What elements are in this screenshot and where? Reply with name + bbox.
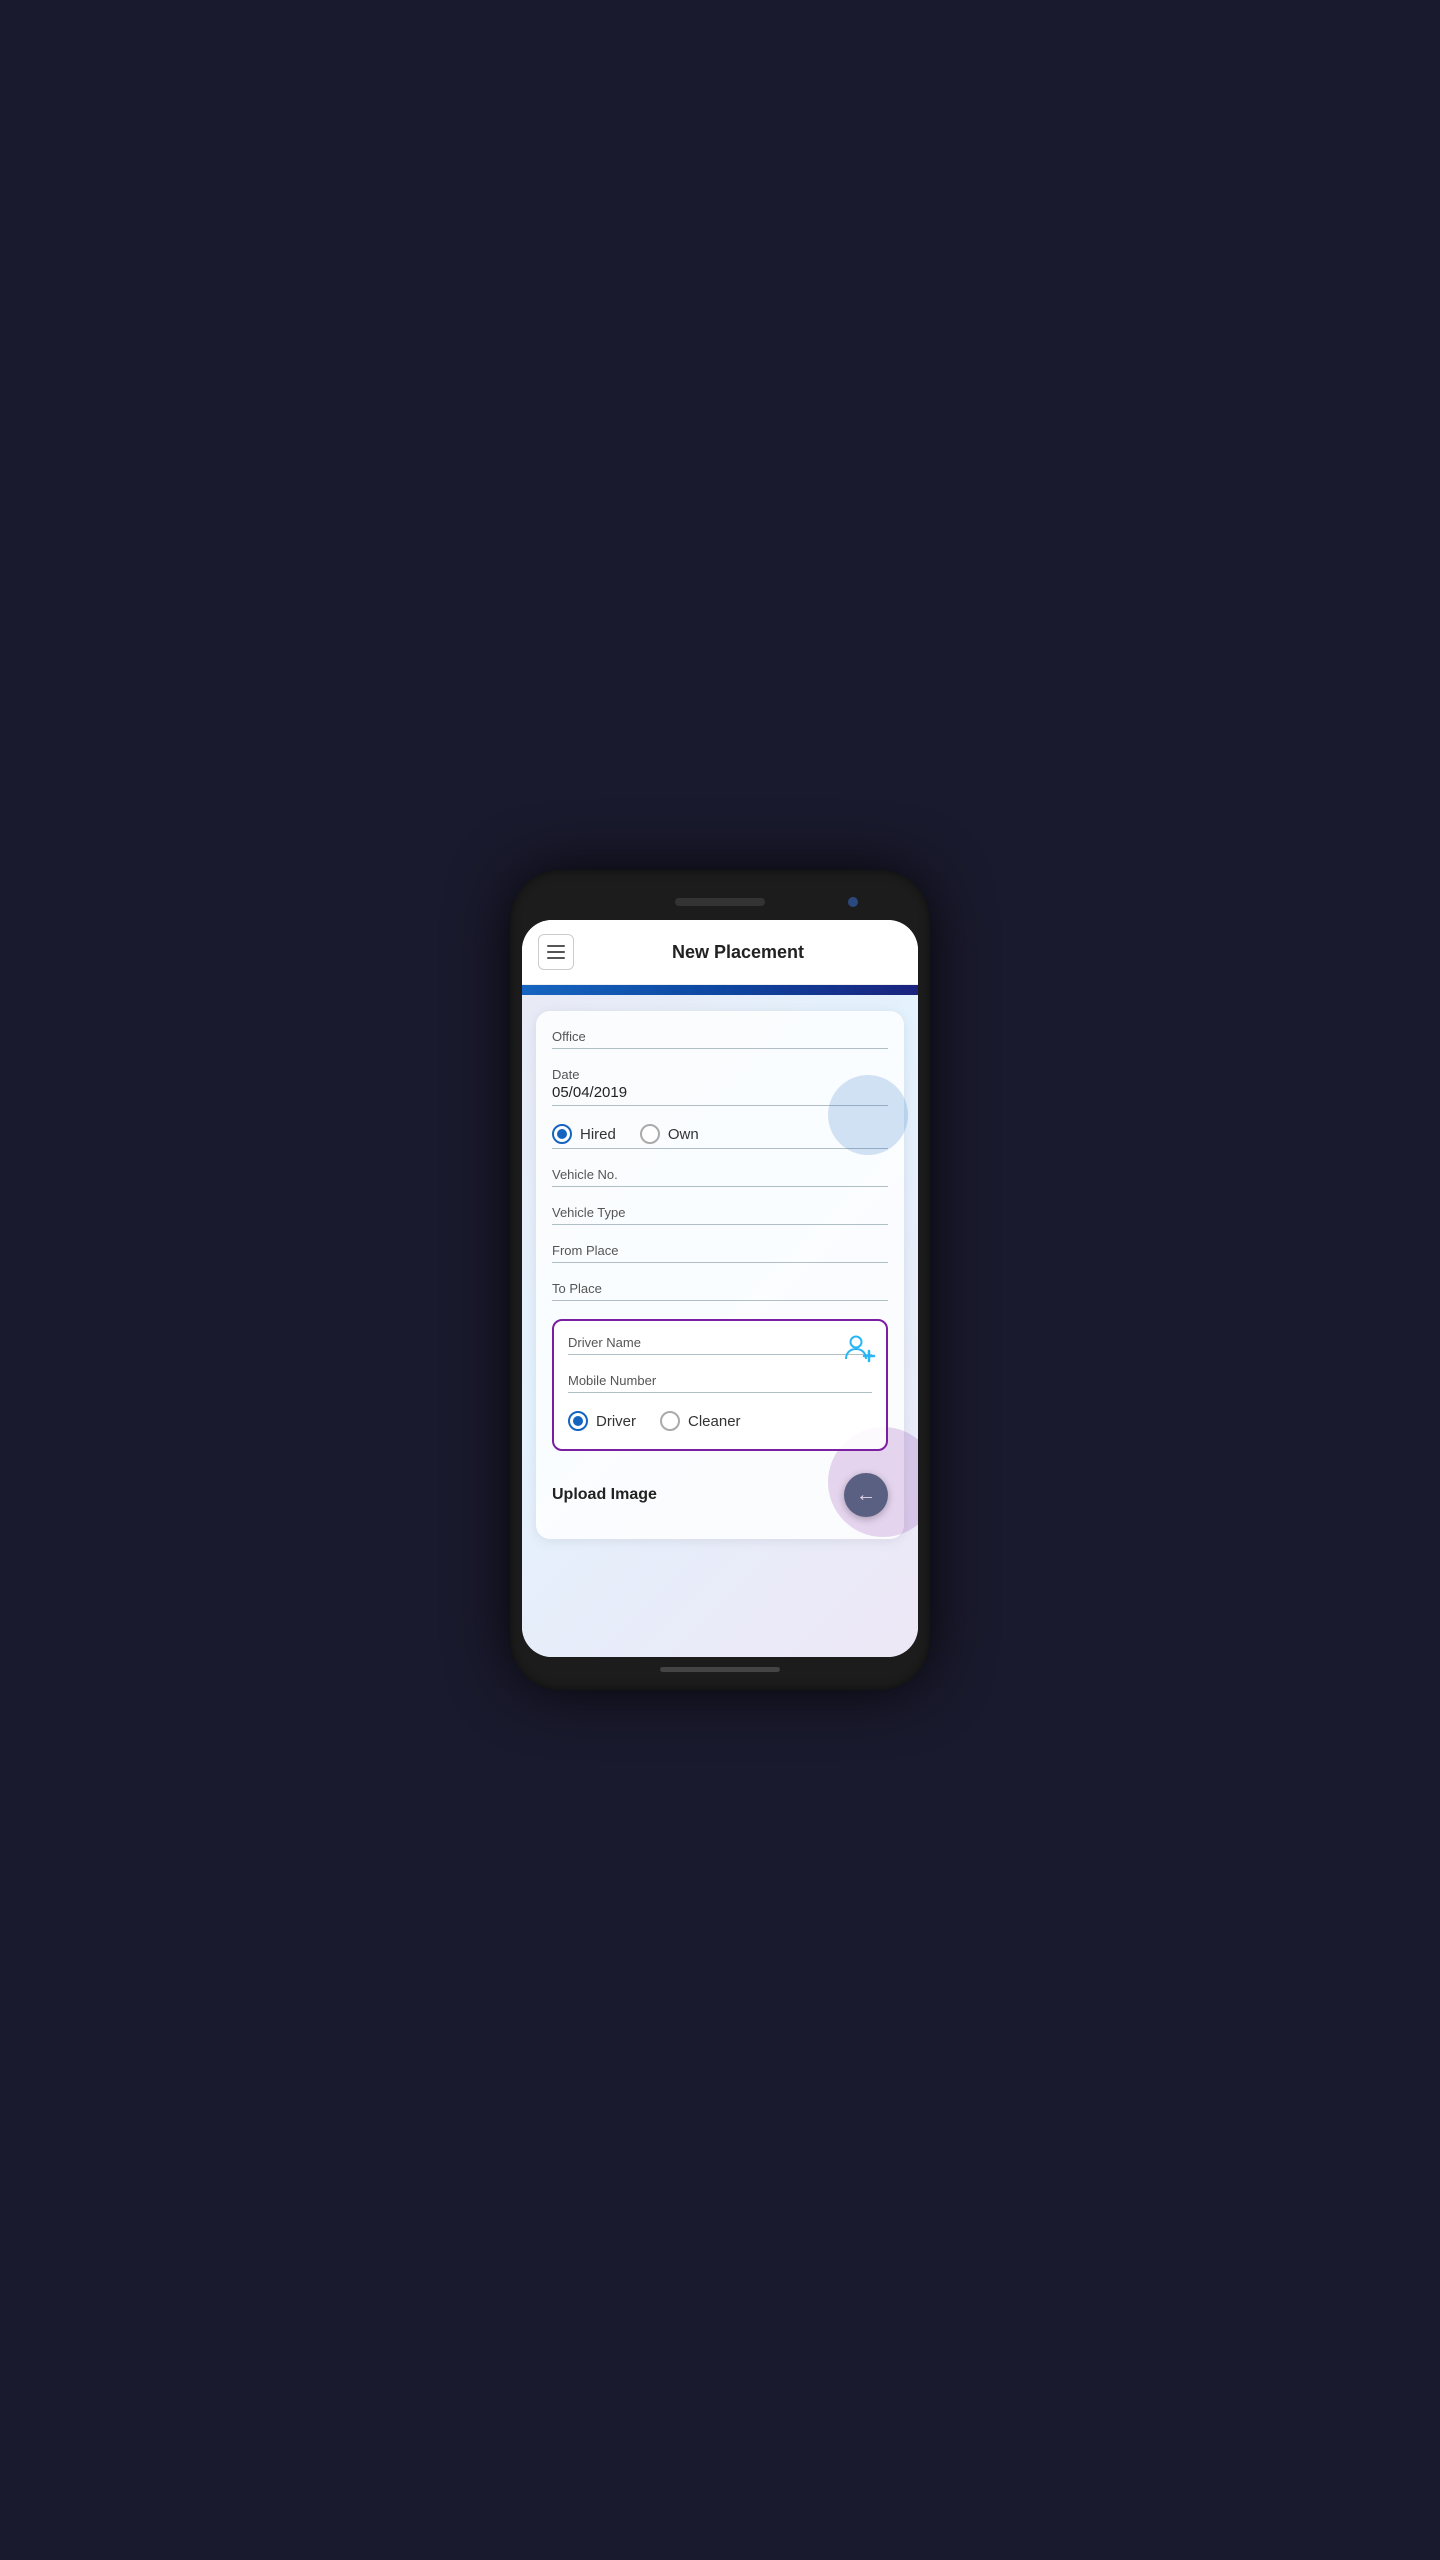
own-option[interactable]: Own bbox=[640, 1124, 699, 1144]
mobile-number-field: Mobile Number bbox=[568, 1373, 872, 1393]
vehicle-no-label: Vehicle No. bbox=[552, 1167, 888, 1182]
driver-cleaner-row: Driver Cleaner bbox=[568, 1411, 872, 1431]
driver-name-label: Driver Name bbox=[568, 1335, 872, 1350]
menu-button[interactable] bbox=[538, 934, 574, 970]
home-bar[interactable] bbox=[660, 1667, 780, 1672]
phone-device: New Placement Office Date 05/04/2019 bbox=[510, 870, 930, 1690]
phone-screen: New Placement Office Date 05/04/2019 bbox=[522, 920, 918, 1657]
own-label: Own bbox=[668, 1126, 699, 1143]
cleaner-option[interactable]: Cleaner bbox=[660, 1411, 741, 1431]
hired-option[interactable]: Hired bbox=[552, 1124, 616, 1144]
menu-icon-line3 bbox=[547, 957, 565, 959]
own-radio[interactable] bbox=[640, 1124, 660, 1144]
from-place-label: From Place bbox=[552, 1243, 888, 1258]
hired-own-underline bbox=[552, 1148, 888, 1149]
driver-name-field: Driver Name bbox=[568, 1335, 872, 1355]
date-field: Date 05/04/2019 bbox=[552, 1067, 888, 1106]
accent-bar bbox=[522, 985, 918, 995]
app-header: New Placement bbox=[522, 920, 918, 985]
office-field: Office bbox=[552, 1029, 888, 1049]
add-person-button[interactable] bbox=[842, 1331, 876, 1365]
hired-radio[interactable] bbox=[552, 1124, 572, 1144]
driver-option[interactable]: Driver bbox=[568, 1411, 636, 1431]
to-place-label: To Place bbox=[552, 1281, 888, 1296]
vehicle-type-underline bbox=[552, 1224, 888, 1225]
upload-image-label: Upload Image bbox=[552, 1486, 657, 1504]
from-place-field: From Place bbox=[552, 1243, 888, 1263]
driver-radio[interactable] bbox=[568, 1411, 588, 1431]
back-arrow-icon: ← bbox=[856, 1484, 876, 1507]
vehicle-type-label: Vehicle Type bbox=[552, 1205, 888, 1220]
page-title: New Placement bbox=[574, 942, 902, 963]
menu-icon-line1 bbox=[547, 945, 565, 947]
vehicle-no-field: Vehicle No. bbox=[552, 1167, 888, 1187]
cleaner-label: Cleaner bbox=[688, 1413, 741, 1430]
date-value[interactable]: 05/04/2019 bbox=[552, 1084, 888, 1101]
mobile-number-underline bbox=[568, 1392, 872, 1393]
driver-label: Driver bbox=[596, 1413, 636, 1430]
hired-label: Hired bbox=[580, 1126, 616, 1143]
driver-card: Driver Name Mobile Number Driver bbox=[552, 1319, 888, 1451]
mobile-number-label: Mobile Number bbox=[568, 1373, 872, 1388]
to-place-underline bbox=[552, 1300, 888, 1301]
phone-notch bbox=[522, 888, 918, 916]
back-button[interactable]: ← bbox=[844, 1473, 888, 1517]
driver-name-underline bbox=[568, 1354, 872, 1355]
vehicle-type-field: Vehicle Type bbox=[552, 1205, 888, 1225]
from-place-underline bbox=[552, 1262, 888, 1263]
date-underline bbox=[552, 1105, 888, 1106]
scroll-content: Office Date 05/04/2019 Hired bbox=[522, 995, 918, 1657]
menu-icon-line2 bbox=[547, 951, 565, 953]
cleaner-radio[interactable] bbox=[660, 1411, 680, 1431]
to-place-field: To Place bbox=[552, 1281, 888, 1301]
office-underline bbox=[552, 1048, 888, 1049]
form-card: Office Date 05/04/2019 Hired bbox=[536, 1011, 904, 1539]
date-label: Date bbox=[552, 1067, 888, 1082]
hired-own-field: Hired Own bbox=[552, 1124, 888, 1149]
camera bbox=[848, 897, 858, 907]
vehicle-no-underline bbox=[552, 1186, 888, 1187]
speaker bbox=[675, 898, 765, 906]
upload-row: Upload Image ← bbox=[552, 1465, 888, 1525]
office-label: Office bbox=[552, 1029, 888, 1044]
hired-own-row: Hired Own bbox=[552, 1124, 888, 1144]
